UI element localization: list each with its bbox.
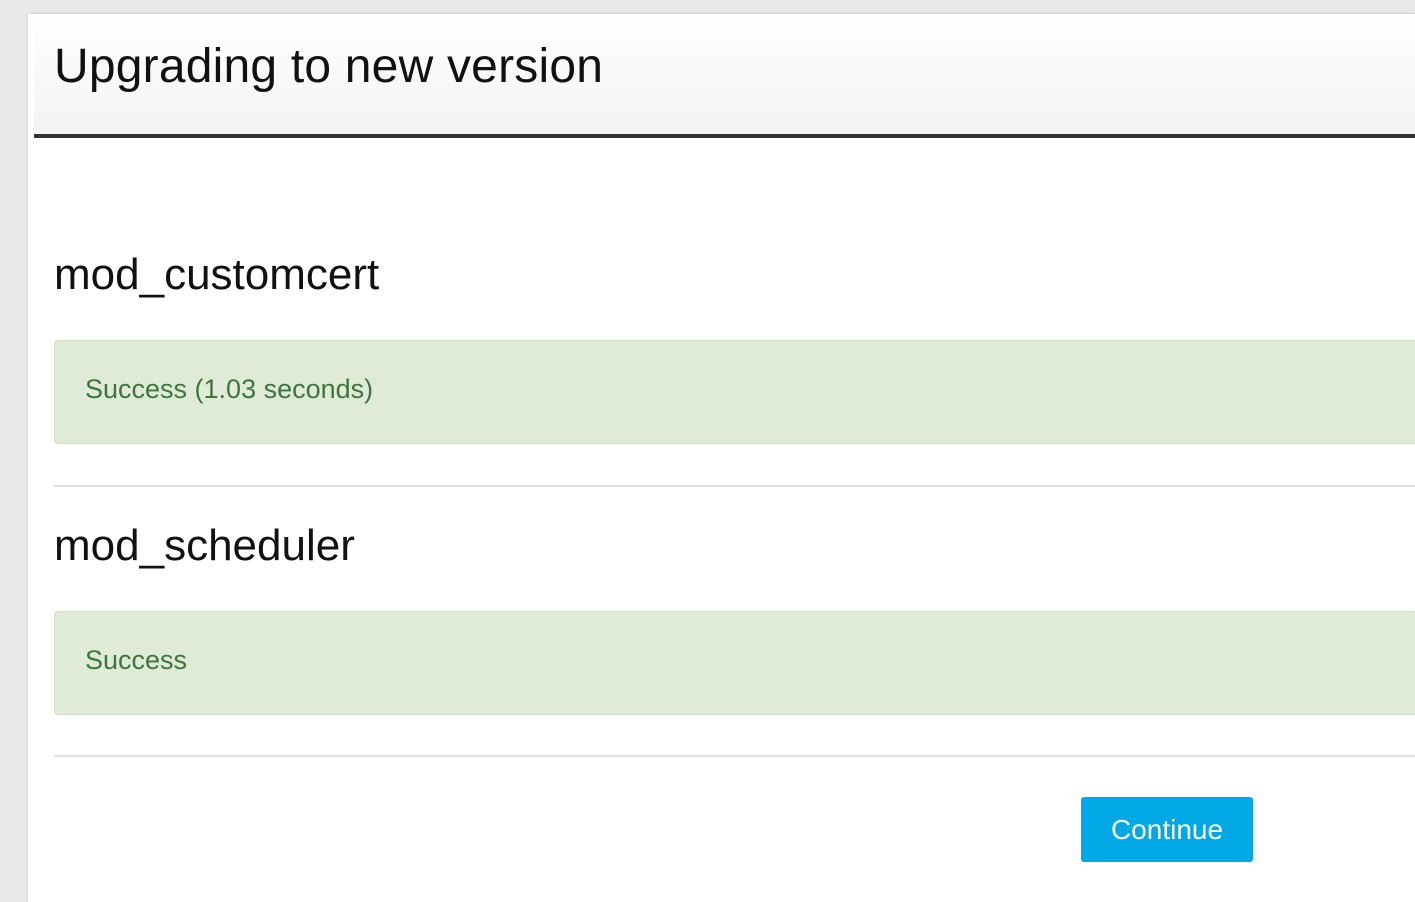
alert-message: Success (85, 645, 188, 675)
continue-button[interactable]: Continue (1081, 797, 1253, 862)
page-header: Upgrading to new version (34, 14, 1415, 138)
success-alert-customcert: Success (1.03 seconds) (54, 340, 1415, 444)
section-divider (54, 485, 1415, 487)
success-alert-scheduler: Success (54, 611, 1415, 715)
alert-message: Success (1.03 seconds) (85, 374, 374, 404)
plugin-heading-customcert: mod_customcert (54, 250, 380, 299)
section-divider (54, 755, 1415, 757)
plugin-heading-scheduler: mod_scheduler (54, 521, 355, 570)
upgrade-page: Upgrading to new version mod_customcert … (28, 14, 1415, 902)
page-title: Upgrading to new version (54, 40, 604, 93)
